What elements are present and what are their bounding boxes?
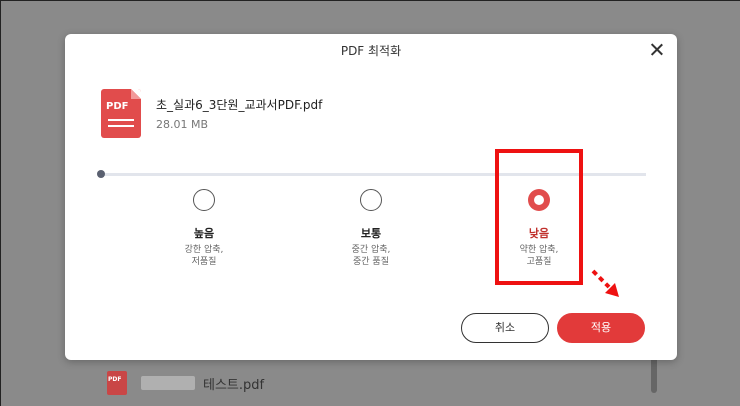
- cancel-button[interactable]: 취소: [461, 313, 549, 343]
- background-file-row: PDF 테스트.pdf: [107, 371, 264, 395]
- option-medium[interactable]: 보통 중간 압축, 중간 품질: [321, 189, 421, 268]
- radio-button[interactable]: [360, 189, 382, 211]
- icon-line: [108, 119, 134, 121]
- option-title: 높음: [193, 227, 215, 240]
- icon-line: [108, 125, 134, 127]
- scrollbar[interactable]: [651, 357, 657, 393]
- track-start-dot: [97, 170, 105, 178]
- blurred-text: [141, 376, 195, 390]
- dialog-title: PDF 최적화: [340, 44, 402, 58]
- option-title: 보통: [360, 227, 382, 240]
- option-high[interactable]: 높음 강한 압축, 저품질: [154, 189, 254, 268]
- arrow-annotation-icon: [591, 269, 619, 297]
- file-name: 초_실과6_3단원_교과서PDF.pdf: [156, 98, 323, 112]
- background-file-name: 테스트.pdf: [203, 377, 265, 393]
- highlight-box: [495, 149, 583, 285]
- radio-button[interactable]: [193, 189, 215, 211]
- option-description: 중간 압축, 중간 품질: [351, 245, 391, 267]
- pdf-file-icon: PDF: [101, 89, 141, 138]
- apply-button[interactable]: 적용: [557, 313, 645, 343]
- pdf-file-icon: PDF: [107, 371, 127, 395]
- file-size: 28.01 MB: [156, 118, 209, 131]
- close-icon[interactable]: [647, 40, 667, 60]
- option-description: 강한 압축, 저품질: [184, 245, 224, 267]
- pdf-optimize-dialog: PDF 최적화 PDF 초_실과6_3단원_교과서PDF.pdf 28.01 M…: [65, 34, 677, 360]
- pdf-icon-label: PDF: [106, 101, 129, 112]
